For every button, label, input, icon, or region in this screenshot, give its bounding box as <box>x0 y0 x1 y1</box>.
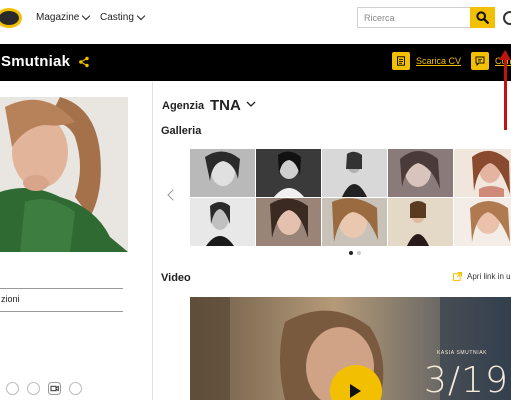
nav-item-magazine[interactable]: Magazine <box>36 11 91 23</box>
search-button[interactable] <box>470 7 495 28</box>
media-filter-icons <box>6 382 82 400</box>
profile-photo[interactable] <box>0 97 128 252</box>
top-nav: Magazine Casting Ricerca <box>0 0 511 38</box>
gallery-thumbnail[interactable] <box>454 198 511 246</box>
gallery-thumbnail[interactable] <box>454 149 511 197</box>
chevron-down-icon[interactable] <box>246 100 256 108</box>
left-column: zioni <box>0 82 153 400</box>
carousel-prev-button[interactable] <box>167 189 179 201</box>
more-icon[interactable] <box>69 382 82 395</box>
gallery-thumbnail[interactable] <box>190 198 255 246</box>
external-link-icon <box>453 272 462 281</box>
video-subtitle: KASIA SMUTNIAK <box>437 350 488 356</box>
gallery-heading: Galleria <box>161 125 202 137</box>
divider <box>0 288 123 289</box>
video-camera-icon[interactable] <box>48 382 61 400</box>
gallery-thumbnail[interactable] <box>388 149 453 197</box>
share-icon[interactable] <box>78 56 90 68</box>
chevron-down-icon <box>82 11 91 21</box>
search-input[interactable]: Ricerca <box>357 7 470 28</box>
divider <box>0 311 123 312</box>
chevron-down-icon <box>136 11 146 21</box>
circle-icon[interactable] <box>6 382 19 395</box>
profile-bar: Smutniak Scarica CV Con <box>0 44 511 81</box>
page: Magazine Casting Ricerca Smutniak Scaric… <box>0 0 511 400</box>
user-icon[interactable] <box>503 11 511 25</box>
agency-label: Agenzia <box>162 100 205 112</box>
gallery-thumbnail[interactable] <box>190 149 255 197</box>
carousel-pagination <box>349 251 361 255</box>
profile-name: Smutniak <box>1 53 71 70</box>
play-icon <box>350 384 361 398</box>
chat-icon <box>471 52 489 70</box>
carousel-dot[interactable] <box>349 251 353 255</box>
video-title: 3/19 <box>424 360 509 400</box>
circle-icon[interactable] <box>27 382 40 395</box>
gallery-thumbnail[interactable] <box>322 149 387 197</box>
document-icon <box>392 52 410 70</box>
site-logo[interactable] <box>0 8 22 28</box>
edizioni-label: zioni <box>1 294 20 304</box>
search-icon <box>476 11 489 24</box>
annotation-arrow <box>504 52 507 130</box>
open-in-new-link[interactable]: Apri link in un <box>453 272 511 281</box>
gallery-thumbnail[interactable] <box>322 198 387 246</box>
carousel-dot[interactable] <box>357 251 361 255</box>
nav-item-casting[interactable]: Casting <box>100 11 146 23</box>
gallery-thumbnail[interactable] <box>388 198 453 246</box>
photo-gallery <box>190 149 511 247</box>
video-heading: Video <box>161 272 191 284</box>
gallery-thumbnail[interactable] <box>256 198 321 246</box>
gallery-thumbnail[interactable] <box>256 149 321 197</box>
agency-name[interactable]: TNA <box>210 97 241 114</box>
download-cv-button[interactable]: Scarica CV <box>392 52 461 70</box>
